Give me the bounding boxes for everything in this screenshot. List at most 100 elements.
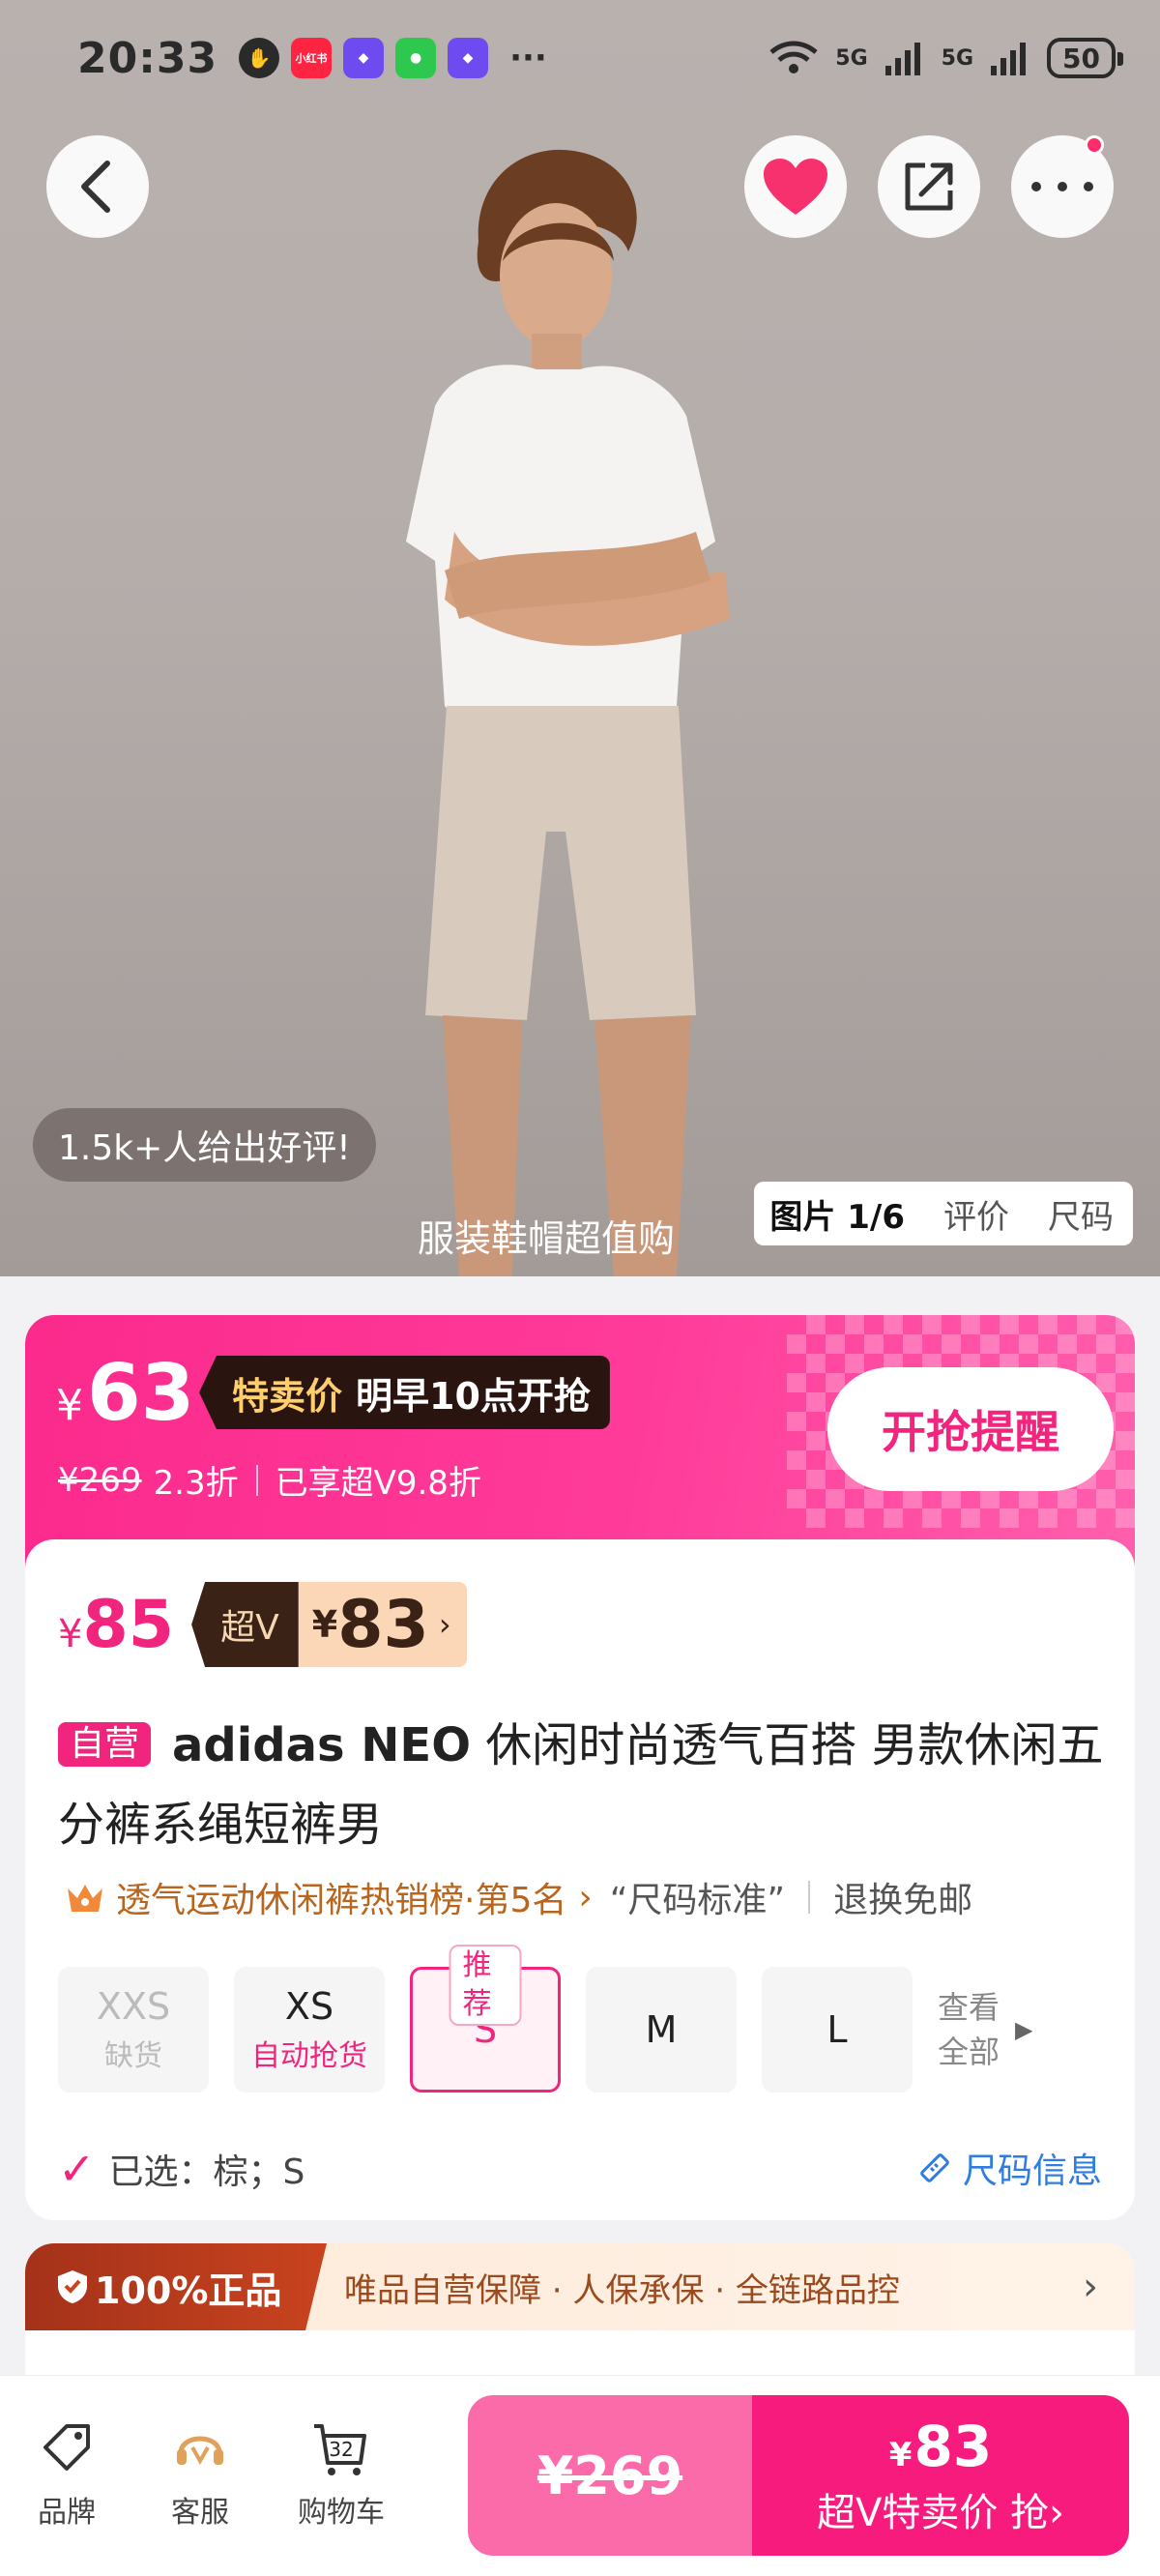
authenticity-guarantee-bar[interactable]: 100%正品 唯品自营保障 · 人保承保 · 全链路品控 › [25, 2243, 1135, 2379]
app-diamond-icon: ◆ [343, 38, 385, 78]
flash-sale-label: 特卖价 [232, 1374, 343, 1418]
size-label: XS [284, 1985, 334, 2028]
status-time: 20:33 [77, 33, 218, 83]
buy-label: 超V特卖价 抢› [816, 2491, 1065, 2535]
view-all-sizes-button[interactable]: 查看全部 ▶ [938, 1967, 1044, 2093]
size-label: XXS [96, 1985, 171, 2028]
product-model-image [406, 149, 730, 1276]
headset-icon [177, 2436, 223, 2466]
heart-icon [764, 159, 827, 215]
brand-name: adidas NEO [172, 1718, 472, 1772]
tab-size[interactable]: 尺码 [1048, 1190, 1114, 1238]
divider [255, 1464, 258, 1496]
view-all-line1: 查看 [938, 1989, 1000, 2026]
chevron-right-icon: › [438, 1606, 451, 1643]
more-notifications-icon: ··· [509, 39, 547, 77]
tag-icon [44, 2424, 90, 2471]
favorite-button[interactable] [744, 135, 847, 238]
recommended-tag: 推荐 [449, 1945, 522, 2026]
currency-symbol: ¥ [311, 1603, 338, 1646]
regular-price: ¥ 85 [58, 1587, 174, 1663]
service-label: 客服 [171, 2496, 229, 2530]
guarantee-text: 唯品自营保障 · 人保承保 · 全链路品控 [344, 2270, 900, 2310]
tab-reviews[interactable]: 评价 [943, 1190, 1009, 1238]
flash-price: ¥ 63 [56, 1348, 194, 1438]
cart-label: 购物车 [298, 2496, 385, 2530]
discount-rate: 2.3折 [153, 1464, 239, 1503]
size-option-xxs[interactable]: XXS 缺货 [58, 1967, 209, 2093]
flash-sale-time: 明早10点开抢 [356, 1374, 591, 1418]
cart-button[interactable]: 32 购物车 [288, 2420, 394, 2531]
shield-icon [58, 2270, 87, 2303]
buy-vip-price-button[interactable]: ¥ 83 超V特卖价 抢› [752, 2395, 1129, 2556]
vip-discount: 已享超V9.8折 [275, 1464, 481, 1503]
return-policy-text: 退换免邮 [833, 1881, 973, 1920]
battery-indicator: 50 [1047, 38, 1123, 78]
buy-original-price-button[interactable]: ¥269 [468, 2395, 752, 2556]
currency-symbol: ¥ [58, 1611, 83, 1656]
triangle-right-icon: ▶ [1015, 2016, 1033, 2043]
size-info-link[interactable]: 尺码信息 [918, 2143, 1102, 2193]
size-label: M [645, 2008, 678, 2051]
image-tabs: 图片 1/6 评价 尺码 [754, 1182, 1133, 1245]
share-button[interactable] [878, 135, 980, 238]
vip-price: ¥ 83 › [298, 1582, 467, 1667]
cart-count: 32 [329, 2438, 354, 2461]
chevron-right-icon: › [578, 1877, 593, 1917]
ranking-link[interactable]: 透气运动休闲裤热销榜·第5名 [66, 1872, 566, 1922]
bottom-action-bar: 品牌 客服 32 购物车 ¥269 ¥ 83 超V特卖价 抢› [0, 2375, 1160, 2576]
product-detail-page: 20:33 ✋ 小红书 ◆ ● ◆ ··· 5G 5G 50 1.5k+人给出好… [0, 0, 1160, 2576]
back-button[interactable] [46, 135, 149, 238]
authentic-label: 100%正品 [95, 2269, 282, 2312]
flash-sale-banner: ¥ 63 特卖价 明早10点开抢 ¥269 2.3折 已享超V9.8折 开抢提醒 [25, 1315, 1135, 1576]
original-price: ¥269 [58, 1460, 142, 1500]
brand-label: 品牌 [38, 2496, 96, 2530]
product-image-carousel[interactable]: 20:33 ✋ 小红书 ◆ ● ◆ ··· 5G 5G 50 1.5k+人给出好… [0, 0, 1160, 1276]
buy-price-value: 83 [914, 2414, 993, 2479]
sale-reminder-button[interactable]: 开抢提醒 [827, 1367, 1114, 1491]
tab-images[interactable]: 图片 1/6 [769, 1190, 905, 1238]
xiaohongshu-app-icon: 小红书 [291, 38, 333, 78]
size-option-m[interactable]: M [586, 1967, 737, 2093]
vip-price-value: 83 [337, 1586, 429, 1663]
size-status: 自动抢货 [251, 2039, 367, 2073]
divider [808, 1881, 811, 1914]
hand-icon: ✋ [239, 38, 280, 78]
view-all-label: 查看 全部 [938, 1985, 1000, 2074]
status-right: 5G 5G 50 [768, 38, 1123, 78]
cart-icon-wrap: 32 [312, 2420, 370, 2478]
signal-1-label: 5G [835, 45, 868, 71]
size-label: L [826, 2008, 848, 2051]
signal-1-icon [884, 43, 920, 75]
share-icon [905, 162, 953, 211]
brand-button[interactable]: 品牌 [14, 2420, 120, 2531]
customer-service-button[interactable]: 客服 [147, 2420, 253, 2531]
notification-dot [1085, 135, 1104, 155]
vip-price-row[interactable]: ¥ 85 超V ¥ 83 › [58, 1582, 467, 1667]
vip-price-tag[interactable]: 超V ¥ 83 › [191, 1582, 467, 1667]
vip-label: 超V [191, 1582, 299, 1667]
review-count-badge: 1.5k+人给出好评! [33, 1108, 376, 1182]
size-option-xs[interactable]: XS 自动抢货 [234, 1967, 385, 2093]
size-option-s[interactable]: 推荐 S [410, 1945, 561, 2093]
wifi-icon [769, 41, 818, 73]
product-title: 自营 adidas NEO 休闲时尚透气百搭 男款休闲五分裤系绳短裤男 [58, 1706, 1112, 1864]
check-icon: ✓ [58, 2143, 96, 2195]
crown-icon [68, 1885, 102, 1912]
chevron-left-icon [81, 161, 110, 213]
size-selector: XXS 缺货 XS 自动抢货 推荐 S M L 查看 全部 ▶ [58, 1945, 1044, 2093]
size-status: 缺货 [104, 2039, 162, 2073]
view-all-line2: 全部 [938, 2034, 1000, 2070]
ruler-icon [920, 2153, 949, 2182]
authentic-badge: 100%正品 [25, 2243, 327, 2330]
signal-2-icon [991, 43, 1027, 75]
flash-price-value: 63 [87, 1348, 195, 1438]
app-diamond-icon-2: ◆ [448, 38, 489, 78]
buy-button-group: ¥269 ¥ 83 超V特卖价 抢› [468, 2395, 1129, 2556]
product-info: ¥ 85 超V ¥ 83 › 自营 adidas NEO 休闲时尚透气百搭 男款休… [25, 1539, 1135, 2220]
ranking-text: 透气运动休闲裤热销榜·第5名 [116, 1881, 567, 1920]
price-details: ¥269 2.3折 已享超V9.8折 [58, 1456, 481, 1504]
size-info-label: 尺码信息 [962, 2152, 1102, 2191]
price-card: ¥ 63 特卖价 明早10点开抢 ¥269 2.3折 已享超V9.8折 开抢提醒… [25, 1315, 1135, 2220]
size-option-l[interactable]: L [762, 1967, 913, 2093]
